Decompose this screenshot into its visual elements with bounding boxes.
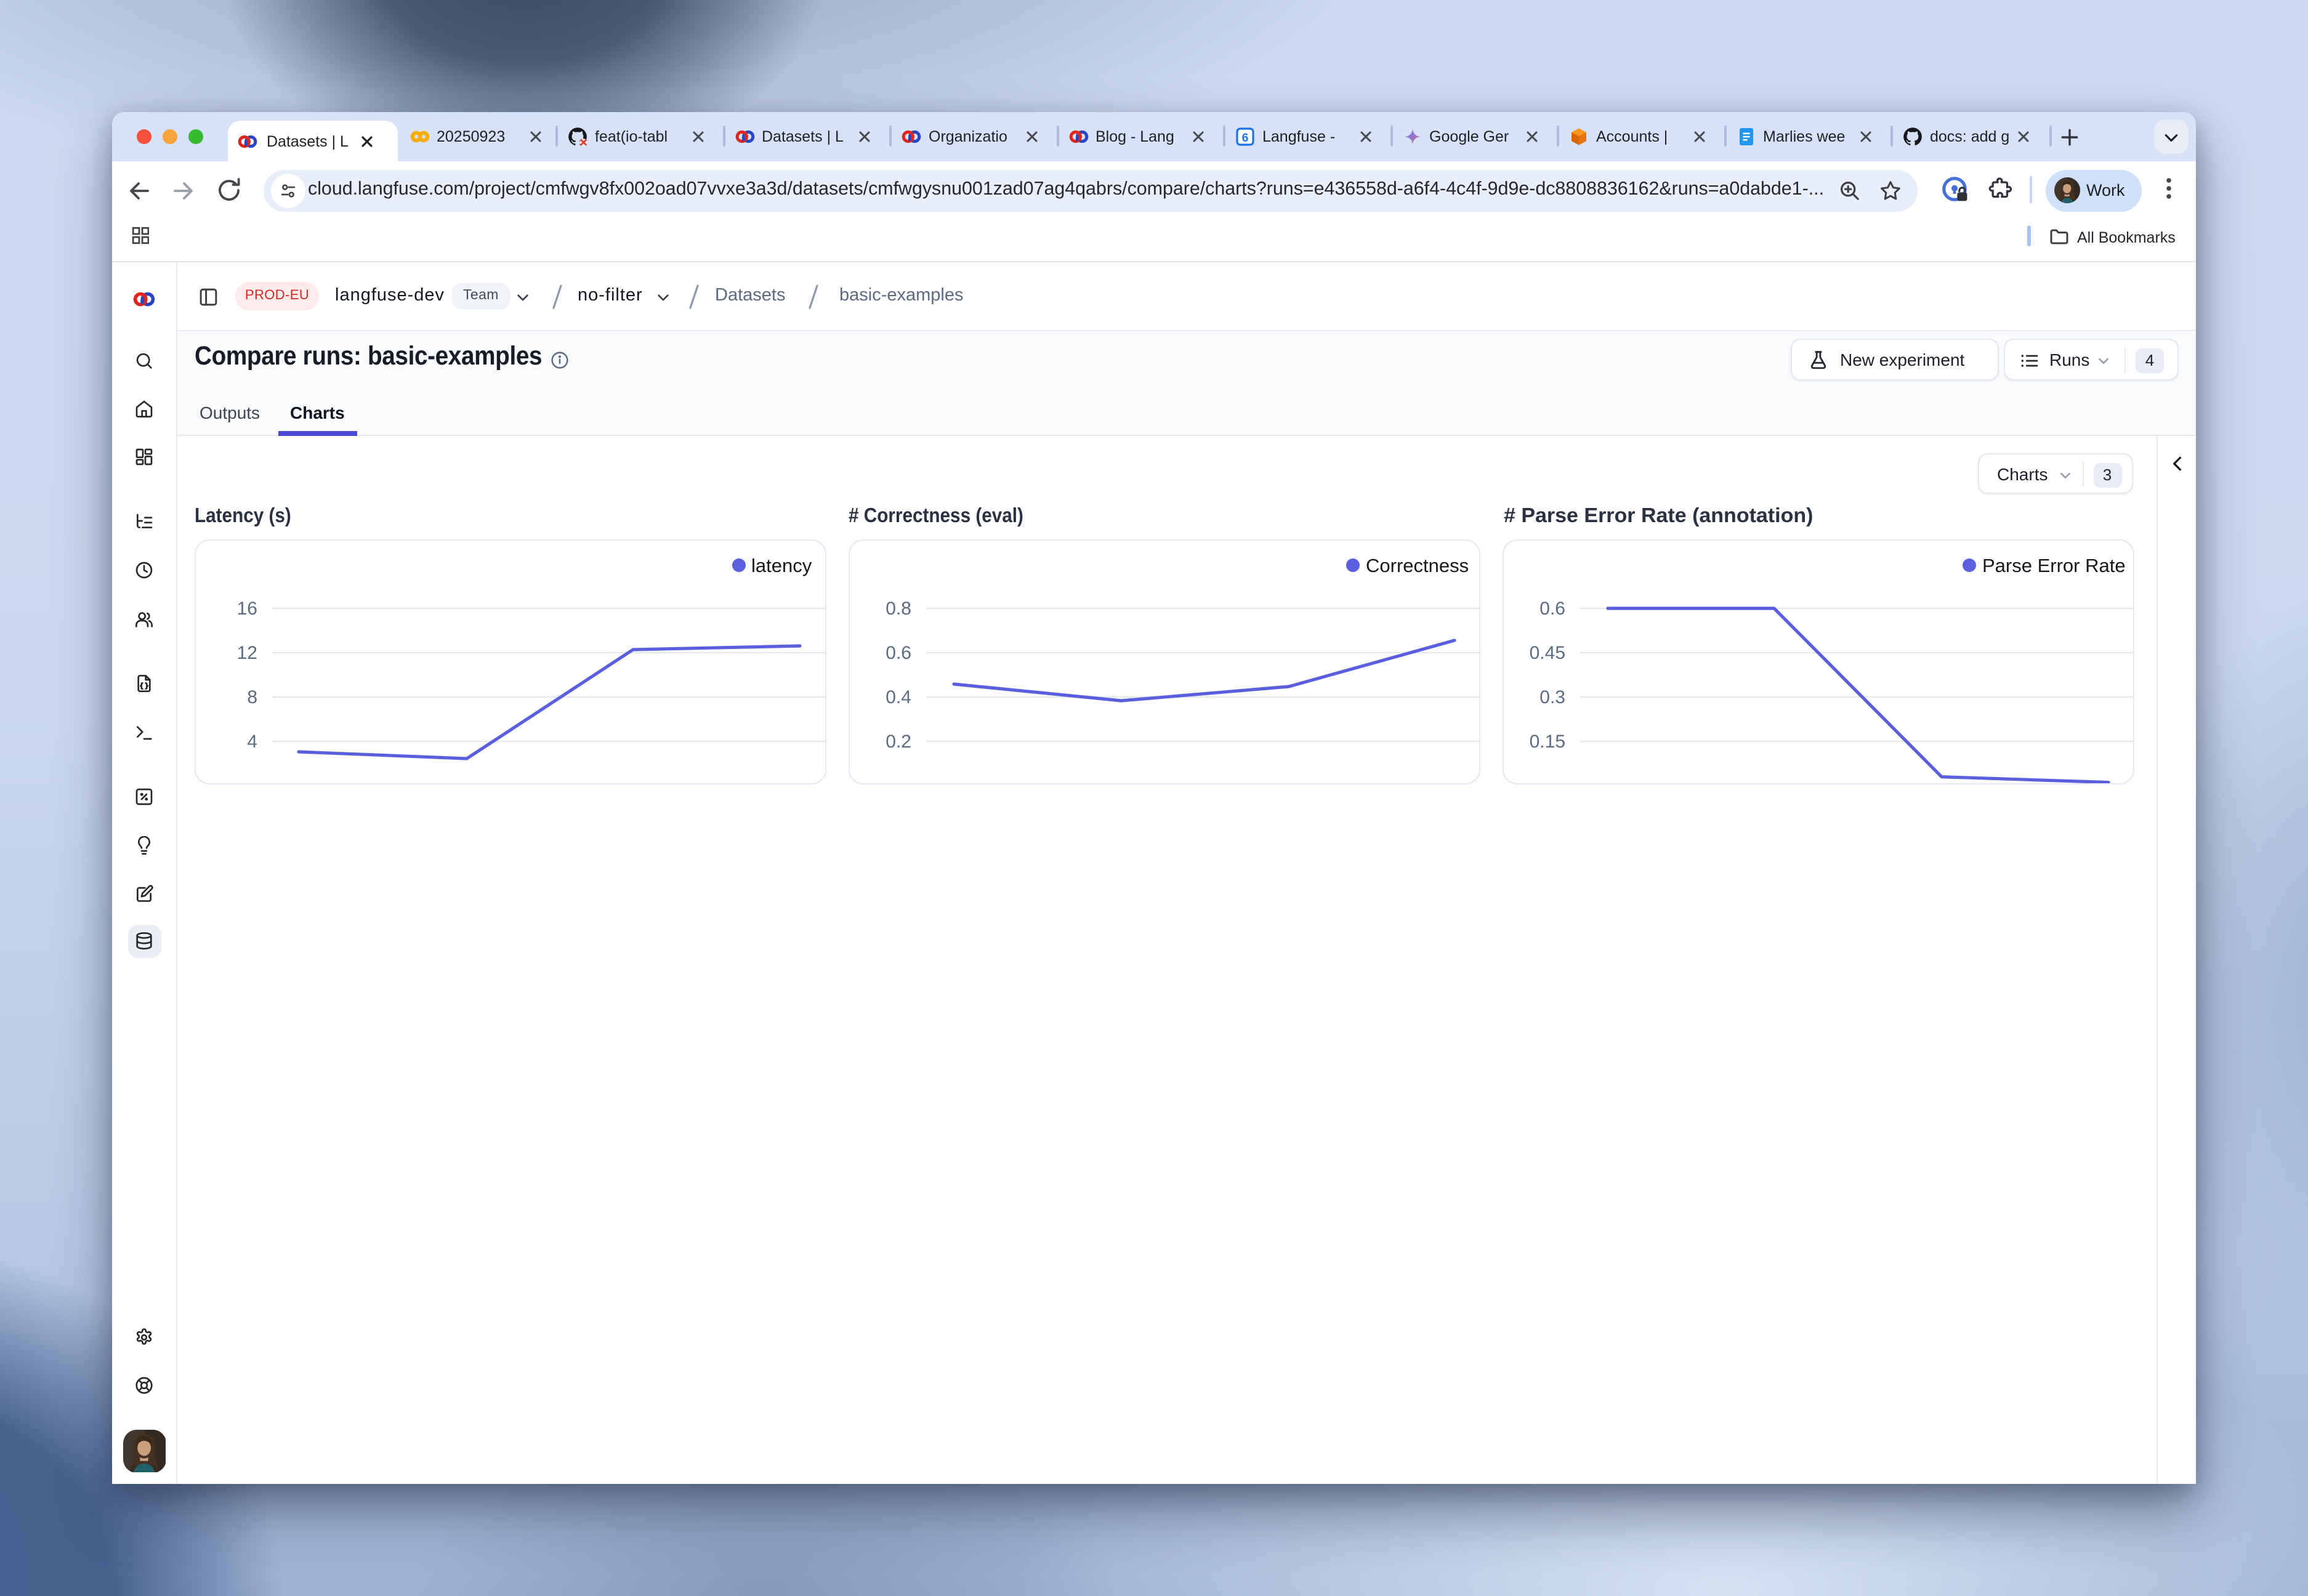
svg-text:0.4: 0.4 xyxy=(885,687,911,707)
svg-text:Parse Error Rate: Parse Error Rate xyxy=(1982,555,2126,576)
svg-text:4: 4 xyxy=(246,732,257,752)
svg-text:latency: latency xyxy=(751,555,812,576)
svg-text:16: 16 xyxy=(236,598,257,619)
svg-text:0.15: 0.15 xyxy=(1530,732,1565,752)
svg-text:8: 8 xyxy=(246,687,257,707)
svg-text:0.2: 0.2 xyxy=(885,732,911,752)
svg-text:0.6: 0.6 xyxy=(1539,598,1565,619)
svg-text:0.6: 0.6 xyxy=(885,643,911,663)
svg-text:0.8: 0.8 xyxy=(885,598,911,619)
svg-text:0.3: 0.3 xyxy=(1539,687,1565,707)
svg-text:12: 12 xyxy=(236,643,257,663)
svg-text:6: 6 xyxy=(1242,131,1249,144)
svg-text:Correctness: Correctness xyxy=(1365,555,1468,576)
svg-text:0.45: 0.45 xyxy=(1530,643,1565,663)
